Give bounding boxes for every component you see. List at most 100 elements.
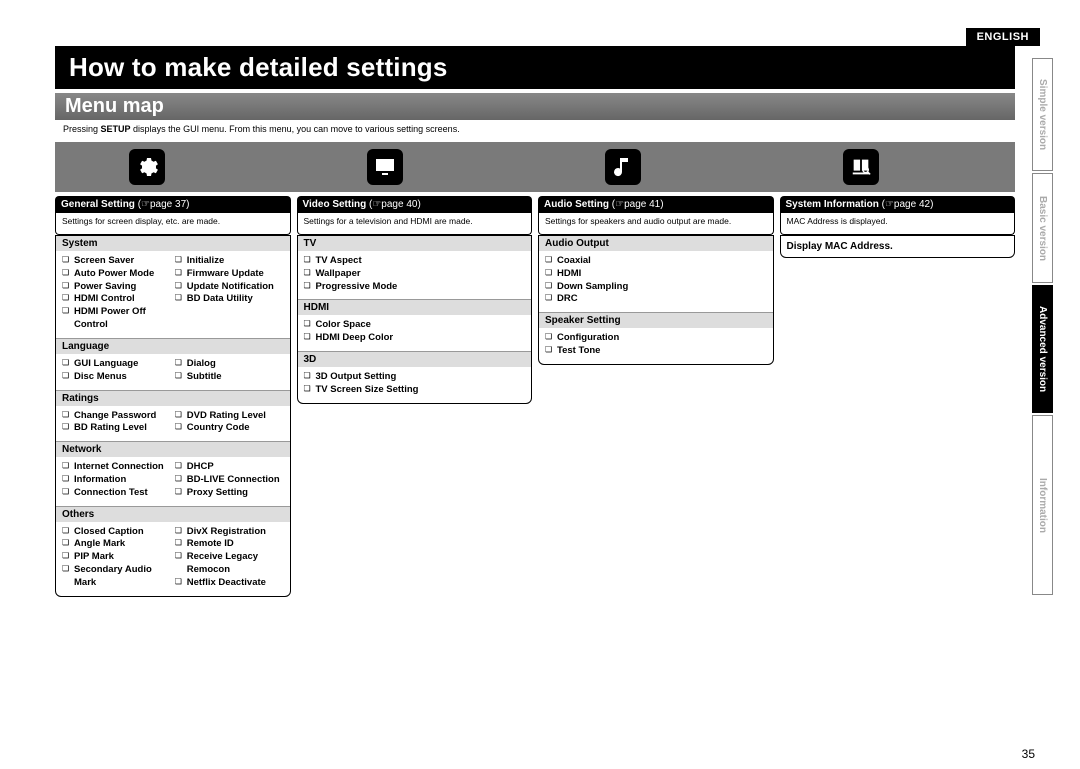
section-title: Network — [56, 441, 290, 457]
page-number: 35 — [1022, 747, 1035, 761]
list-item: Information — [62, 474, 171, 487]
list-item: DHCP — [175, 461, 284, 474]
list-item: GUI Language — [62, 358, 171, 371]
main-title: How to make detailed settings — [57, 48, 460, 87]
icon-strip — [55, 142, 1015, 192]
col-video: Video Setting (☞page 40) Settings for a … — [297, 196, 533, 597]
sub-title: Menu map — [55, 93, 1015, 120]
menu-columns: General Setting (☞page 37) Settings for … — [55, 196, 1015, 597]
list-item: Dialog — [175, 358, 284, 371]
list-item: DVD Rating Level — [175, 410, 284, 423]
monitor-icon — [367, 149, 403, 185]
items-box: GUI LanguageDisc Menus DialogSubtitle — [56, 354, 290, 390]
list-item: Power Saving — [62, 281, 171, 294]
col-sysinfo: System Information (☞page 42) MAC Addres… — [780, 196, 1016, 597]
sysinfo-line: Display MAC Address. — [780, 235, 1016, 258]
tab-basic[interactable]: Basic version — [1032, 173, 1053, 283]
section-title: 3D — [298, 351, 532, 367]
section-title: HDMI — [298, 299, 532, 315]
list-item: Screen Saver — [62, 255, 171, 268]
section-title: System — [56, 236, 290, 251]
section-title: Audio Output — [539, 236, 773, 251]
tab-advanced[interactable]: Advanced version — [1032, 285, 1053, 413]
items-box: TV AspectWallpaperProgressive Mode — [298, 251, 532, 299]
list-item: BD Data Utility — [175, 293, 284, 306]
general-header: General Setting (☞page 37) — [55, 196, 291, 213]
list-item: Netflix Deactivate — [175, 577, 284, 590]
tab-information[interactable]: Information — [1032, 415, 1053, 595]
list-item: 3D Output Setting — [304, 371, 526, 384]
audio-title: Audio Setting — [544, 199, 609, 210]
list-item: TV Aspect — [304, 255, 526, 268]
list-item: Angle Mark — [62, 538, 171, 551]
audio-groups: Audio OutputCoaxialHDMIDown SamplingDRCS… — [538, 235, 774, 365]
section-title: Ratings — [56, 390, 290, 406]
general-ref: (☞page 37) — [138, 199, 190, 210]
section-title: Speaker Setting — [539, 312, 773, 328]
sysinfo-desc: MAC Address is displayed. — [780, 213, 1016, 235]
list-item: BD-LIVE Connection — [175, 474, 284, 487]
items-box: Screen SaverAuto Power ModePower SavingH… — [56, 251, 290, 338]
list-item: Internet Connection — [62, 461, 171, 474]
general-title: General Setting — [61, 199, 135, 210]
icon-col-video — [297, 142, 535, 192]
list-item: Auto Power Mode — [62, 268, 171, 281]
items-box: Closed CaptionAngle MarkPIP MarkSecondar… — [56, 522, 290, 596]
list-item: TV Screen Size Setting — [304, 384, 526, 397]
list-item: Coaxial — [545, 255, 767, 268]
list-item: Disc Menus — [62, 371, 171, 384]
main-title-bar: How to make detailed settings — [55, 46, 1015, 89]
list-item: Test Tone — [545, 345, 767, 358]
list-item: DRC — [545, 293, 767, 306]
intro-pre: Pressing — [63, 124, 101, 134]
side-tabs: Simple version Basic version Advanced ve… — [1032, 58, 1062, 597]
general-desc: Settings for screen display, etc. are ma… — [55, 213, 291, 235]
video-groups: TVTV AspectWallpaperProgressive ModeHDMI… — [297, 235, 533, 404]
items-box: Internet ConnectionInformationConnection… — [56, 457, 290, 505]
list-item: Receive Legacy Remocon — [175, 551, 284, 577]
intro-text: Pressing SETUP displays the GUI menu. Fr… — [63, 124, 1015, 134]
section-title: Others — [56, 506, 290, 522]
intro-bold: SETUP — [101, 124, 131, 134]
list-item: Closed Caption — [62, 526, 171, 539]
video-ref: (☞page 40) — [369, 199, 421, 210]
list-item: Country Code — [175, 422, 284, 435]
sysinfo-ref: (☞page 42) — [882, 199, 934, 210]
section-title: Language — [56, 338, 290, 354]
music-note-icon — [605, 149, 641, 185]
list-item: Down Sampling — [545, 281, 767, 294]
list-item: Progressive Mode — [304, 281, 526, 294]
items-box: 3D Output SettingTV Screen Size Setting — [298, 367, 532, 403]
items-box: Color SpaceHDMI Deep Color — [298, 315, 532, 351]
list-item: HDMI Deep Color — [304, 332, 526, 345]
icon-col-general — [59, 142, 297, 192]
list-item: PIP Mark — [62, 551, 171, 564]
video-title: Video Setting — [303, 199, 367, 210]
video-header: Video Setting (☞page 40) — [297, 196, 533, 213]
page-content: How to make detailed settings Menu map P… — [55, 30, 1015, 597]
list-item: Subtitle — [175, 371, 284, 384]
list-item: HDMI Control — [62, 293, 171, 306]
gear-icon — [129, 149, 165, 185]
list-item: Proxy Setting — [175, 487, 284, 500]
list-item: Firmware Update — [175, 268, 284, 281]
items-box: CoaxialHDMIDown SamplingDRC — [539, 251, 773, 312]
book-search-icon — [843, 149, 879, 185]
list-item: BD Rating Level — [62, 422, 171, 435]
icon-col-audio — [535, 142, 773, 192]
list-item: Connection Test — [62, 487, 171, 500]
list-item: Wallpaper — [304, 268, 526, 281]
list-item: Secondary Audio Mark — [62, 564, 171, 590]
icon-col-sysinfo — [773, 142, 1011, 192]
list-item: Initialize — [175, 255, 284, 268]
tab-simple[interactable]: Simple version — [1032, 58, 1053, 171]
list-item: Remote ID — [175, 538, 284, 551]
list-item: Change Password — [62, 410, 171, 423]
list-item: HDMI Power Off Control — [62, 306, 171, 332]
section-title: TV — [298, 236, 532, 251]
col-audio: Audio Setting (☞page 41) Settings for sp… — [538, 196, 774, 597]
list-item: Color Space — [304, 319, 526, 332]
audio-header: Audio Setting (☞page 41) — [538, 196, 774, 213]
intro-post: displays the GUI menu. From this menu, y… — [131, 124, 460, 134]
list-item: HDMI — [545, 268, 767, 281]
